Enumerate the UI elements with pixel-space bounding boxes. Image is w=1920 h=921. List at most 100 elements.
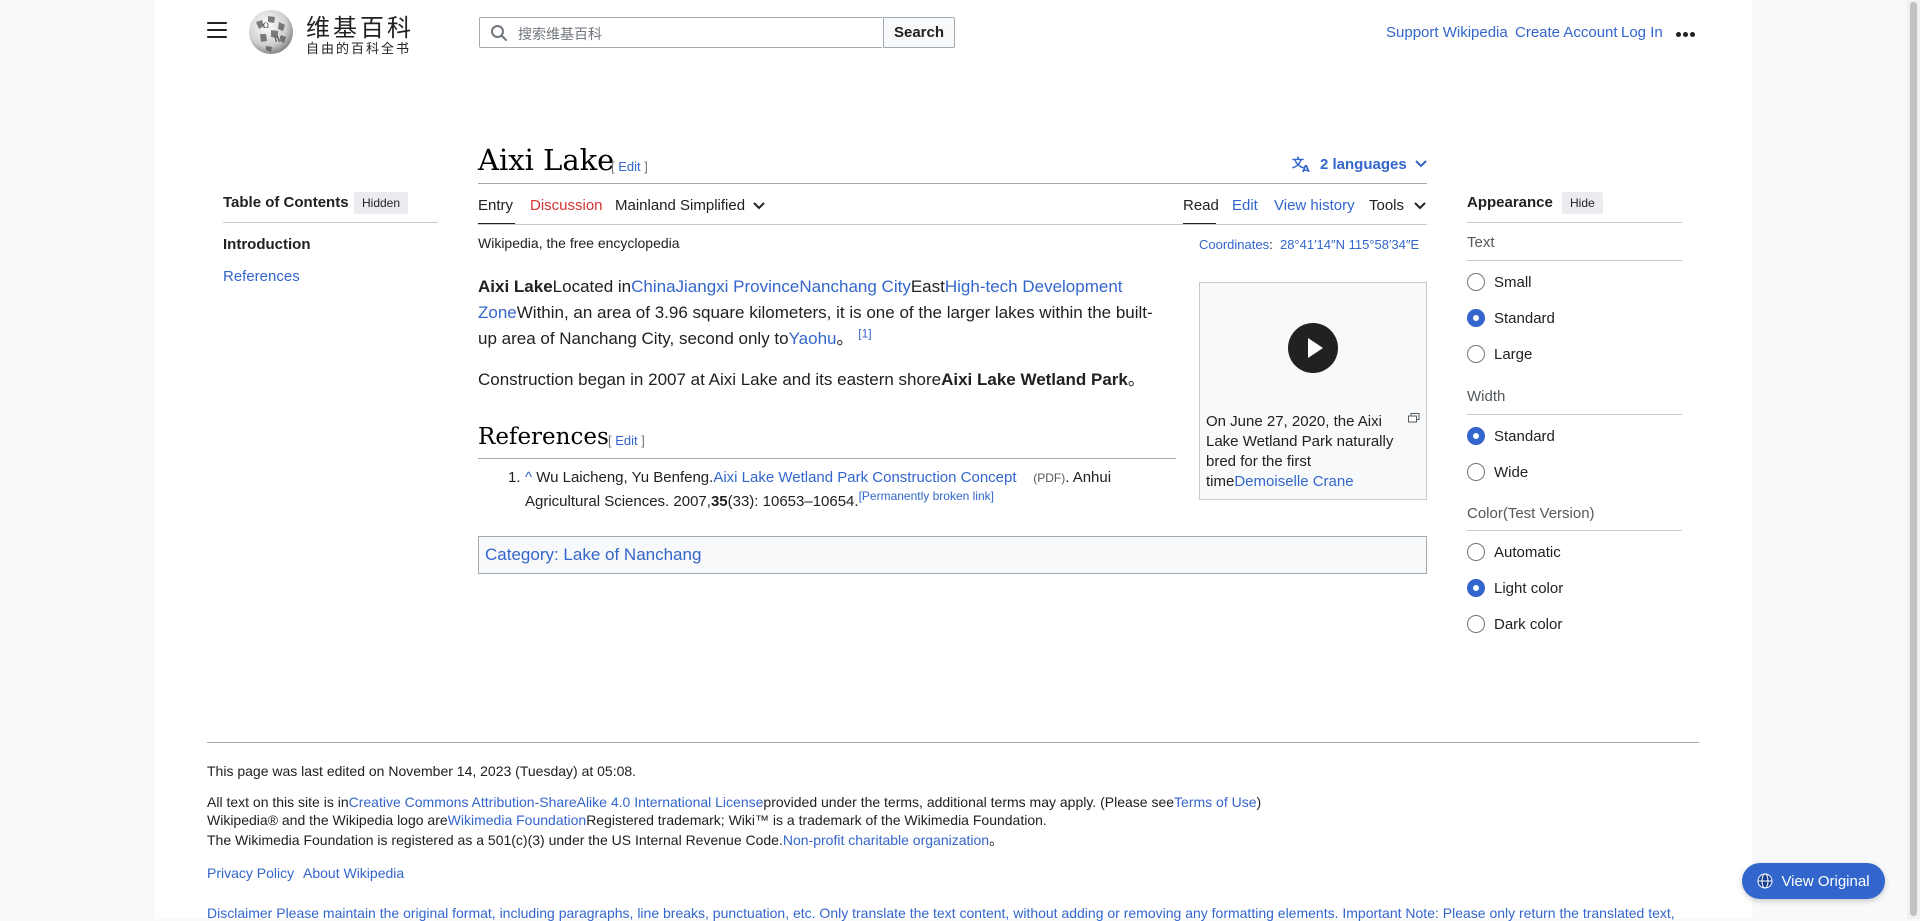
login-link[interactable]: Log In xyxy=(1621,24,1663,41)
tab-edit[interactable]: Edit xyxy=(1232,197,1258,214)
chevron-down-icon xyxy=(1414,160,1427,168)
radio-color-dark[interactable]: Dark color xyxy=(1467,615,1562,633)
tab-read[interactable]: Read xyxy=(1183,197,1219,214)
radio-circle-selected xyxy=(1467,309,1485,327)
footer-divider xyxy=(207,742,1699,743)
radio-circle xyxy=(1467,543,1485,561)
text: All text on this site is in xyxy=(207,794,349,810)
search-button[interactable]: Search xyxy=(883,17,955,48)
tab-discussion[interactable]: Discussion xyxy=(530,197,603,214)
radio-label: Automatic xyxy=(1494,543,1561,561)
ellipsis-icon[interactable] xyxy=(1676,24,1698,38)
intro-paragraph: Aixi LakeLocated inChinaJiangxi Province… xyxy=(478,274,1168,352)
dead-link-note[interactable]: [Permanently broken link] xyxy=(859,489,994,503)
toc-hide-button[interactable]: Hidden xyxy=(354,192,409,214)
radio-circle xyxy=(1467,273,1485,291)
coordinates-value-link[interactable]: 28°41′14″N 115°58′34″E xyxy=(1280,237,1419,252)
page-scrollbar[interactable] xyxy=(1907,0,1920,919)
radio-label: Light color xyxy=(1494,579,1564,597)
link-yaohu[interactable]: Yaohu xyxy=(789,329,837,348)
title-edit-section: [ Edit ] xyxy=(611,159,648,174)
search-field[interactable] xyxy=(479,17,882,49)
search-input[interactable] xyxy=(516,18,880,49)
reference-1-link[interactable]: [1] xyxy=(858,326,871,340)
view-original-label: View Original xyxy=(1781,872,1870,890)
radio-text-small[interactable]: Small xyxy=(1467,273,1532,291)
text-section-divider xyxy=(1467,260,1682,261)
text: 。 xyxy=(836,329,854,348)
scrollbar-thumb[interactable] xyxy=(1910,2,1917,916)
text: Construction began in 2007 at Aixi Lake … xyxy=(478,370,942,389)
translate-icon: 文 A xyxy=(1292,155,1310,173)
radio-text-large[interactable]: Large xyxy=(1467,345,1532,363)
title-divider xyxy=(478,183,1427,184)
tab-entry[interactable]: Entry xyxy=(478,197,513,214)
text: ) xyxy=(1256,794,1262,810)
wikimedia-foundation-link[interactable]: Wikimedia Foundation xyxy=(448,812,587,828)
text: Located in xyxy=(552,277,632,296)
radio-text-standard[interactable]: Standard xyxy=(1467,309,1555,327)
references-divider xyxy=(478,458,1176,459)
reference-title-link[interactable]: Aixi Lake Wetland Park Construction Conc… xyxy=(713,469,1016,486)
text: 。 xyxy=(1127,370,1145,389)
title-edit-link[interactable]: Edit xyxy=(618,159,640,174)
support-wikipedia-link[interactable]: Support Wikipedia xyxy=(1386,24,1508,41)
chevron-down-icon xyxy=(753,201,765,209)
radio-circle-selected xyxy=(1467,579,1485,597)
reference-item: 1. ^ Wu Laicheng, Yu Benfeng.Aixi Lake W… xyxy=(508,466,1128,513)
main-menu-icon[interactable] xyxy=(207,22,227,38)
reference-authors: Wu Laicheng, Yu Benfeng. xyxy=(536,469,714,486)
privacy-policy-link[interactable]: Privacy Policy xyxy=(207,865,294,881)
category-link[interactable]: Category: Lake of Nanchang xyxy=(485,545,701,564)
reference-caret-link[interactable]: ^ xyxy=(525,469,532,486)
width-label: Width xyxy=(1467,388,1506,405)
tab-view-history[interactable]: View history xyxy=(1274,197,1355,214)
toc-divider xyxy=(223,222,438,223)
video-player[interactable] xyxy=(1200,283,1426,411)
toc-item-introduction[interactable]: Introduction xyxy=(223,236,310,253)
page-title: Aixi Lake xyxy=(478,143,615,177)
coordinates-label-link[interactable]: Coordinates xyxy=(1199,237,1269,252)
globe-icon xyxy=(1757,873,1773,889)
text: The Wikimedia Foundation is registered a… xyxy=(207,832,783,848)
radio-width-wide[interactable]: Wide xyxy=(1467,463,1528,481)
radio-label: Large xyxy=(1494,345,1533,363)
radio-circle xyxy=(1467,345,1485,363)
link-china[interactable]: China xyxy=(631,277,675,296)
nonprofit-link[interactable]: Non-profit charitable organization xyxy=(783,832,989,848)
terms-of-use-link[interactable]: Terms of Use xyxy=(1174,794,1256,810)
radio-label: Standard xyxy=(1494,309,1555,327)
create-account-link[interactable]: Create Account xyxy=(1515,24,1618,41)
bold-term: Aixi Lake xyxy=(478,277,553,296)
language-button[interactable]: 文 A 2 languages xyxy=(1292,155,1427,173)
media-infobox: On June 27, 2020, the Aixi Lake Wetland … xyxy=(1199,282,1427,500)
tab-language-variant[interactable]: Mainland Simplified xyxy=(615,197,765,214)
radio-width-standard[interactable]: Standard xyxy=(1467,427,1555,445)
tabs-divider xyxy=(478,224,1427,225)
color-section-divider xyxy=(1467,530,1682,531)
variant-label: Mainland Simplified xyxy=(615,197,746,214)
radio-label: Standard xyxy=(1494,427,1555,445)
category-box: Category: Lake of Nanchang xyxy=(478,536,1427,574)
construction-paragraph: Construction began in 2007 at Aixi Lake … xyxy=(478,367,1168,393)
svg-text:A: A xyxy=(1302,164,1310,173)
view-original-button[interactable]: View Original xyxy=(1742,863,1885,899)
cc-license-link[interactable]: Creative Commons Attribution-ShareAlike … xyxy=(349,794,764,810)
last-edited: This page was last edited on November 14… xyxy=(207,763,637,779)
about-wikipedia-link[interactable]: About Wikipedia xyxy=(303,865,404,881)
infobox-caption: On June 27, 2020, the Aixi Lake Wetland … xyxy=(1206,412,1416,492)
appearance-hide-button[interactable]: Hide xyxy=(1562,192,1603,214)
references-edit-link[interactable]: Edit xyxy=(615,433,637,448)
link-nanchang[interactable]: Nanchang City xyxy=(799,277,911,296)
play-button[interactable] xyxy=(1288,323,1338,373)
toc-title: Table of Contents xyxy=(223,194,349,211)
radio-color-automatic[interactable]: Automatic xyxy=(1467,543,1561,561)
link-jiangxi[interactable]: Jiangxi Province xyxy=(676,277,800,296)
toc-item-references[interactable]: References xyxy=(223,268,300,285)
bold-term: Aixi Lake Wetland Park xyxy=(941,370,1128,389)
wikipedia-globe-logo-icon[interactable]: Ω W xyxy=(246,8,296,56)
search-icon xyxy=(491,25,507,41)
tab-tools[interactable]: Tools xyxy=(1369,197,1426,214)
radio-color-light[interactable]: Light color xyxy=(1467,579,1563,597)
caption-link-demoiselle-crane[interactable]: Demoiselle Crane xyxy=(1234,473,1353,490)
